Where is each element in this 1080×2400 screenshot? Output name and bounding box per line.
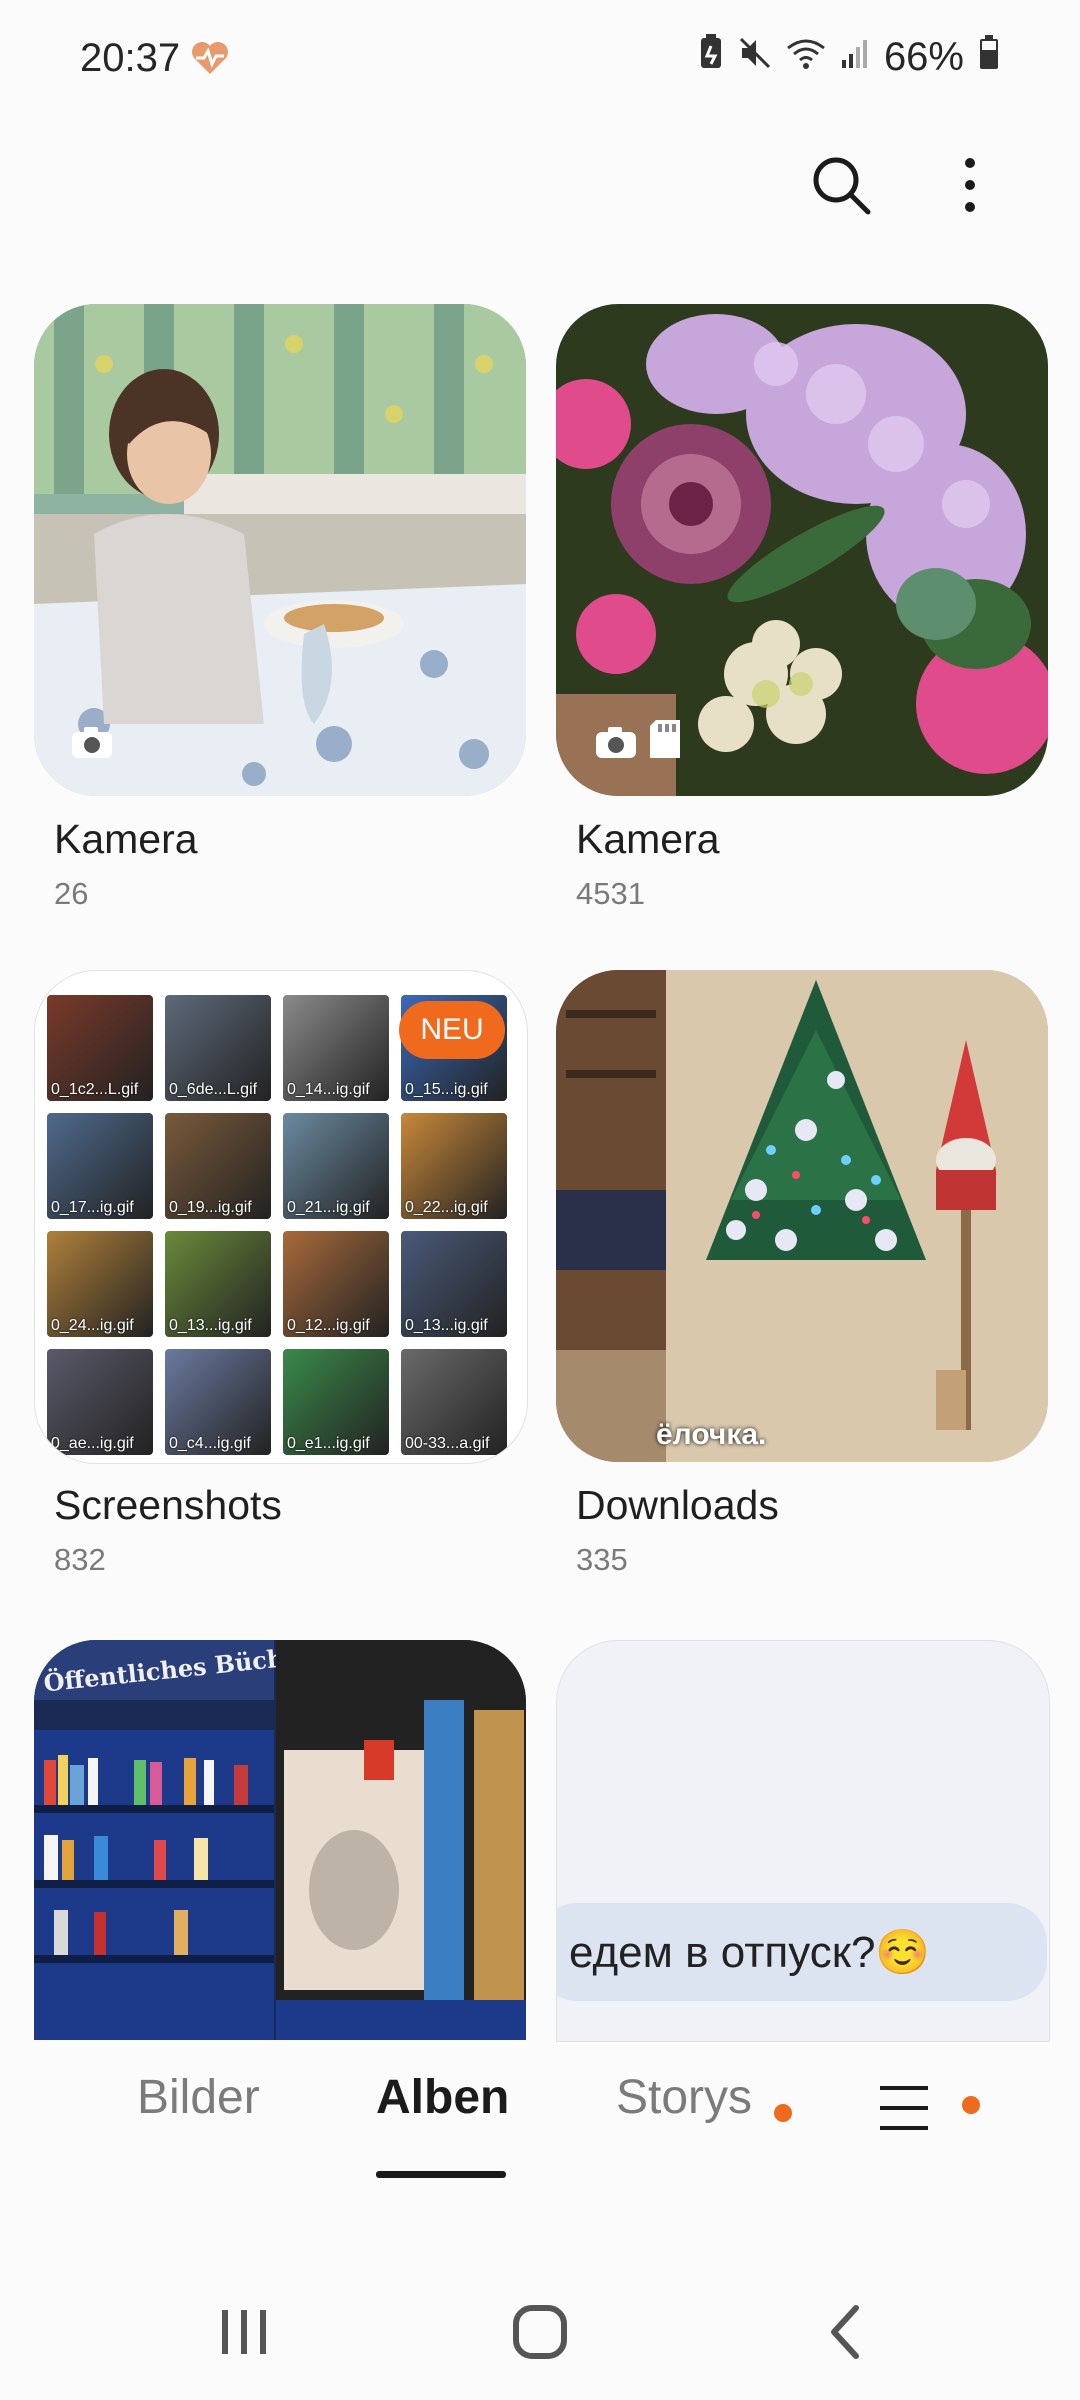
album-name: Kamera: [576, 816, 720, 862]
screenshot-tile-label: 0_17...ig.gif: [51, 1199, 134, 1216]
screenshot-tile-label: 0_12...ig.gif: [287, 1317, 370, 1334]
album-card-kamera-1[interactable]: Kamera 26: [34, 304, 526, 924]
album-thumbnail[interactable]: ёлочка.: [556, 970, 1048, 1462]
back-button[interactable]: [816, 2302, 876, 2362]
recent-apps-button[interactable]: [214, 2302, 274, 2362]
screenshot-tile-label: 0_13...ig.gif: [405, 1317, 488, 1334]
album-count: 832: [54, 1542, 106, 1577]
wifi-icon: [786, 35, 826, 80]
album-thumbnail[interactable]: едем в отпуск?☺️: [556, 1640, 1050, 2042]
bottom-tab-bar: Bilder Alben Storys: [0, 2040, 1080, 2160]
screenshot-tile: 0_17...ig.gif: [47, 1113, 153, 1219]
screenshot-tile-label: 0_c4...ig.gif: [169, 1435, 251, 1452]
status-icons: 66%: [698, 34, 1000, 80]
album-card-downloads[interactable]: ёлочка. Downloads 335: [556, 970, 1048, 1590]
screenshot-tile-label: 0_6de...L.gif: [169, 1081, 258, 1098]
screenshot-tile-label: 0_ae...ig.gif: [51, 1435, 134, 1452]
album-card-chat[interactable]: едем в отпуск?☺️: [556, 1640, 1050, 2042]
battery-percent: 66%: [883, 34, 964, 79]
tab-storys[interactable]: Storys: [616, 2070, 752, 2125]
screenshot-tile: 0_24...ig.gif: [47, 1231, 153, 1337]
status-bar: 20:37 66%: [0, 0, 1080, 120]
screenshot-tile-label: 0_1c2...L.gif: [51, 1081, 139, 1098]
storys-notification-dot: [774, 2104, 792, 2122]
screenshot-tile-label: 0_24...ig.gif: [51, 1317, 134, 1334]
album-card-screenshots[interactable]: 0_1c2...L.gif 0_6de...L.gif 0_14...ig.gif 0…: [34, 970, 528, 1590]
album-name: Screenshots: [54, 1482, 282, 1528]
search-icon: [813, 157, 871, 215]
screenshot-tile: 0_6de...L.gif: [165, 995, 271, 1101]
screenshot-tile-label: 00-33...a.gif: [405, 1435, 490, 1452]
album-count: 26: [54, 876, 89, 911]
search-button[interactable]: [806, 150, 876, 220]
screenshot-tile-label: 0_13...ig.gif: [169, 1317, 252, 1334]
battery-icon: [978, 34, 1000, 80]
screenshot-tile: 0_13...ig.gif: [165, 1231, 271, 1337]
home-icon: [513, 2305, 567, 2359]
screenshot-tile-label: 0_22...ig.gif: [405, 1199, 488, 1216]
status-time: 20:37: [80, 36, 181, 80]
health-icon: [190, 40, 230, 81]
screenshot-tile-label: 0_21...ig.gif: [287, 1199, 370, 1216]
album-count: 335: [576, 1542, 628, 1577]
album-thumbnail[interactable]: 0_1c2...L.gif 0_6de...L.gif 0_14...ig.gif 0…: [34, 970, 528, 1464]
app-toolbar: [0, 140, 1080, 230]
album-name: Kamera: [54, 816, 198, 862]
album-count: 4531: [576, 876, 645, 911]
mute-icon: [738, 35, 772, 80]
album-card-kamera-2[interactable]: Kamera 4531: [556, 304, 1048, 924]
message-text: едем в отпуск?☺️: [569, 1928, 931, 1977]
back-chevron-icon: [831, 2305, 859, 2359]
screenshot-tile-label: 0_15...ig.gif: [405, 1081, 488, 1098]
screenshot-tile: 0_22...ig.gif: [401, 1113, 507, 1219]
more-options-button[interactable]: [935, 150, 1005, 220]
tab-bilder[interactable]: Bilder: [137, 2070, 260, 2125]
recent-apps-icon: [222, 2310, 266, 2354]
screenshot-tile-label: 0_14...ig.gif: [287, 1081, 370, 1098]
album-name: Downloads: [576, 1482, 779, 1528]
menu-button[interactable]: [874, 2078, 934, 2138]
album-card-bookshelf[interactable]: Öffentliches Bücherregal: [34, 1640, 526, 2040]
camera-icon: [596, 727, 636, 758]
system-navigation-bar: [0, 2260, 1080, 2400]
album-thumbnail[interactable]: [34, 304, 526, 796]
screenshot-tile: 0_12...ig.gif: [283, 1231, 389, 1337]
screenshot-tile: 0_1c2...L.gif: [47, 995, 153, 1101]
album-thumbnail[interactable]: [556, 304, 1048, 796]
more-vert-icon: [965, 158, 975, 212]
screenshot-tile: 0_c4...ig.gif: [165, 1349, 271, 1455]
screenshot-tile: 00-33...a.gif: [401, 1349, 507, 1455]
battery-saver-icon: [698, 34, 724, 80]
tab-alben[interactable]: Alben: [376, 2070, 509, 2125]
screenshot-tile-label: 0_19...ig.gif: [169, 1199, 252, 1216]
screenshot-tile: 0_ae...ig.gif: [47, 1349, 153, 1455]
screenshot-tile: 0_21...ig.gif: [283, 1113, 389, 1219]
camera-icon: [72, 727, 112, 758]
sd-card-icon: [650, 720, 680, 758]
home-button[interactable]: [510, 2302, 570, 2362]
screenshot-tile: 0_19...ig.gif: [165, 1113, 271, 1219]
video-caption: ёлочка.: [656, 1418, 767, 1451]
hamburger-menu-icon: [880, 2086, 928, 2130]
new-badge: NEU: [399, 1001, 505, 1059]
menu-notification-dot: [962, 2096, 980, 2114]
album-thumbnail[interactable]: Öffentliches Bücherregal: [34, 1640, 526, 2040]
signal-icon: [840, 35, 870, 80]
screenshot-tile-label: 0_e1...ig.gif: [287, 1435, 370, 1452]
screenshot-tile: 0_14...ig.gif: [283, 995, 389, 1101]
screenshot-tile: 0_e1...ig.gif: [283, 1349, 389, 1455]
screenshot-tile: 0_13...ig.gif: [401, 1231, 507, 1337]
active-tab-indicator: [376, 2171, 506, 2178]
